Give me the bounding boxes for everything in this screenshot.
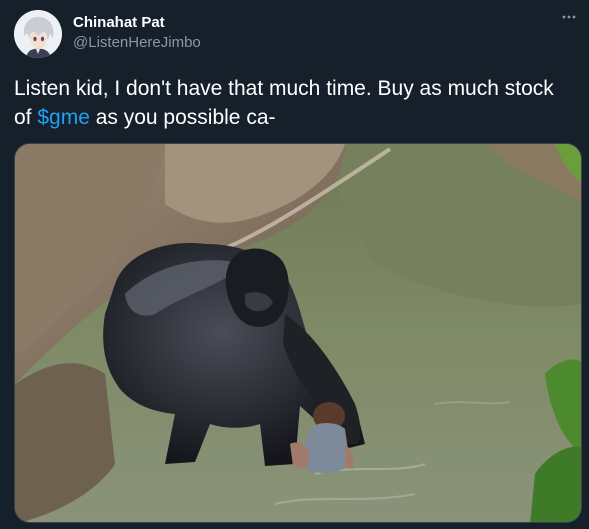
gorilla-photo [15, 144, 581, 522]
more-dots [562, 15, 576, 19]
avatar[interactable] [14, 10, 62, 58]
more-horizontal-icon[interactable] [559, 10, 579, 30]
tweet-photo[interactable] [14, 143, 582, 523]
tweet-header: Chinahat Pat @ListenHereJimbo [14, 10, 579, 58]
author-handle[interactable]: @ListenHereJimbo [73, 33, 201, 53]
author-info: Chinahat Pat @ListenHereJimbo [73, 13, 201, 53]
avatar-illustration [14, 10, 62, 58]
tweet-card[interactable]: Chinahat Pat @ListenHereJimbo Listen kid… [0, 0, 589, 529]
cashtag-link[interactable]: $gme [37, 106, 90, 129]
tweet-text-after: as you possible ca- [89, 106, 276, 129]
author-display-name[interactable]: Chinahat Pat [73, 13, 201, 33]
tweet-text: Listen kid, I don't have that much time.… [14, 74, 574, 132]
